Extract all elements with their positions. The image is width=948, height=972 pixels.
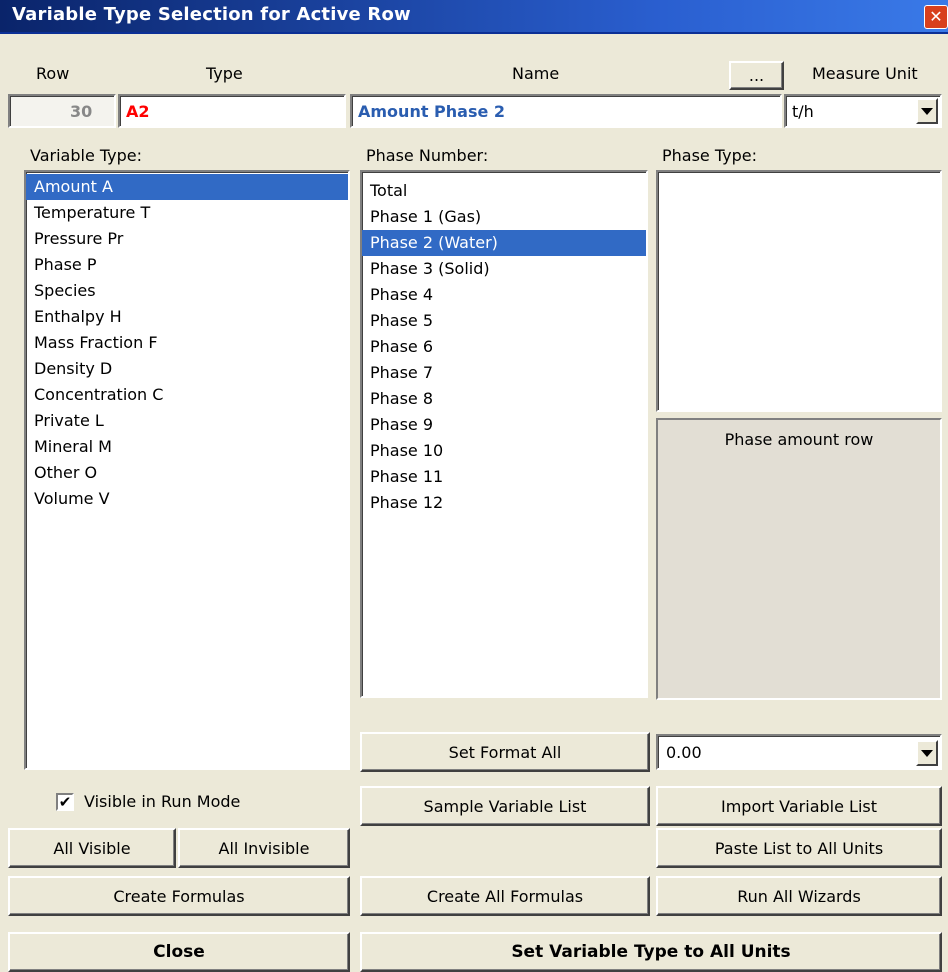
name-browse-button[interactable]: ... xyxy=(729,61,784,90)
name-label: Name xyxy=(512,64,560,83)
all-visible-label: All Visible xyxy=(53,838,131,858)
list-item-pressure[interactable]: Pressure Pr xyxy=(26,226,348,252)
list-item-phase-3[interactable]: Phase 3 (Solid) xyxy=(362,256,646,282)
list-item-phase-2[interactable]: Phase 2 (Water) xyxy=(362,230,646,256)
row-field: 30 xyxy=(8,94,116,128)
variable-type-list[interactable]: Amount A Temperature T Pressure Pr Phase… xyxy=(24,170,350,770)
list-item-phase-1[interactable]: Phase 1 (Gas) xyxy=(362,204,646,230)
format-select[interactable]: 0.00 xyxy=(656,734,942,770)
window-title: Variable Type Selection for Active Row xyxy=(12,4,411,25)
phase-description-panel: Phase amount row xyxy=(656,418,942,700)
list-item-phase-7[interactable]: Phase 7 xyxy=(362,360,646,386)
list-item-phase-11[interactable]: Phase 11 xyxy=(362,464,646,490)
list-item-other[interactable]: Other O xyxy=(26,460,348,486)
unit-value: t/h xyxy=(792,102,814,121)
row-label: Row xyxy=(36,64,70,83)
list-item-private[interactable]: Private L xyxy=(26,408,348,434)
format-value: 0.00 xyxy=(666,743,702,762)
close-label: Close xyxy=(153,942,205,962)
set-all-units-label: Set Variable Type to All Units xyxy=(511,942,791,962)
list-item-species[interactable]: Species xyxy=(26,278,348,304)
list-item-phase-9[interactable]: Phase 9 xyxy=(362,412,646,438)
close-button[interactable]: Close xyxy=(8,932,350,972)
ellipsis-label: ... xyxy=(748,66,765,85)
name-field[interactable]: Amount Phase 2 xyxy=(350,94,782,128)
create-all-formulas-label: Create All Formulas xyxy=(426,886,584,906)
import-variable-list-button[interactable]: Import Variable List xyxy=(656,786,942,826)
run-all-wizards-label: Run All Wizards xyxy=(737,886,861,906)
unit-select[interactable]: t/h xyxy=(784,94,942,128)
list-item-density[interactable]: Density D xyxy=(26,356,348,382)
create-all-formulas-button[interactable]: Create All Formulas xyxy=(360,876,650,916)
type-label: Type xyxy=(206,64,243,83)
set-format-all-label: Set Format All xyxy=(448,742,562,762)
sample-variable-list-label: Sample Variable List xyxy=(423,796,587,816)
chevron-down-icon[interactable] xyxy=(916,98,938,124)
all-invisible-button[interactable]: All Invisible xyxy=(178,828,350,868)
type-field[interactable]: A2 xyxy=(118,94,346,128)
close-icon[interactable]: ✕ xyxy=(924,5,948,29)
paste-list-button[interactable]: Paste List to All Units xyxy=(656,828,942,868)
create-formulas-label: Create Formulas xyxy=(113,886,245,906)
list-item-concentration[interactable]: Concentration C xyxy=(26,382,348,408)
list-item-phase-5[interactable]: Phase 5 xyxy=(362,308,646,334)
list-item-mineral[interactable]: Mineral M xyxy=(26,434,348,460)
phase-type-list[interactable] xyxy=(656,170,942,412)
list-item-phase-8[interactable]: Phase 8 xyxy=(362,386,646,412)
import-variable-list-label: Import Variable List xyxy=(720,796,878,816)
list-item-volume[interactable]: Volume V xyxy=(26,486,348,512)
phase-description-text: Phase amount row xyxy=(724,430,874,449)
list-item-enthalpy[interactable]: Enthalpy H xyxy=(26,304,348,330)
name-value: Amount Phase 2 xyxy=(358,102,506,121)
set-format-all-button[interactable]: Set Format All xyxy=(360,732,650,772)
list-item-temperature[interactable]: Temperature T xyxy=(26,200,348,226)
all-visible-button[interactable]: All Visible xyxy=(8,828,176,868)
list-item-phase-12[interactable]: Phase 12 xyxy=(362,490,646,516)
list-item-phase[interactable]: Phase P xyxy=(26,252,348,278)
set-all-units-button[interactable]: Set Variable Type to All Units xyxy=(360,932,942,972)
variable-type-label: Variable Type: xyxy=(30,146,143,165)
list-item-phase-6[interactable]: Phase 6 xyxy=(362,334,646,360)
chevron-down-icon[interactable] xyxy=(916,740,938,766)
all-invisible-label: All Invisible xyxy=(218,838,310,858)
paste-list-label: Paste List to All Units xyxy=(714,838,884,858)
phase-number-list[interactable]: Total Phase 1 (Gas) Phase 2 (Water) Phas… xyxy=(360,170,648,698)
list-item-mass-fraction[interactable]: Mass Fraction F xyxy=(26,330,348,356)
type-value: A2 xyxy=(126,102,150,121)
sample-variable-list-button[interactable]: Sample Variable List xyxy=(360,786,650,826)
list-item-total[interactable]: Total xyxy=(362,178,646,204)
list-item-phase-4[interactable]: Phase 4 xyxy=(362,282,646,308)
unit-label: Measure Unit xyxy=(812,64,918,83)
phase-number-label: Phase Number: xyxy=(366,146,489,165)
visible-run-mode-label: Visible in Run Mode xyxy=(84,792,241,811)
phase-type-label: Phase Type: xyxy=(662,146,757,165)
list-item-amount[interactable]: Amount A xyxy=(26,174,348,200)
run-all-wizards-button[interactable]: Run All Wizards xyxy=(656,876,942,916)
list-item-phase-10[interactable]: Phase 10 xyxy=(362,438,646,464)
checkbox-checked-icon[interactable]: ✔ xyxy=(56,792,74,811)
visible-run-mode-checkbox[interactable]: ✔ Visible in Run Mode xyxy=(56,792,240,811)
create-formulas-button[interactable]: Create Formulas xyxy=(8,876,350,916)
row-value: 30 xyxy=(70,102,93,121)
